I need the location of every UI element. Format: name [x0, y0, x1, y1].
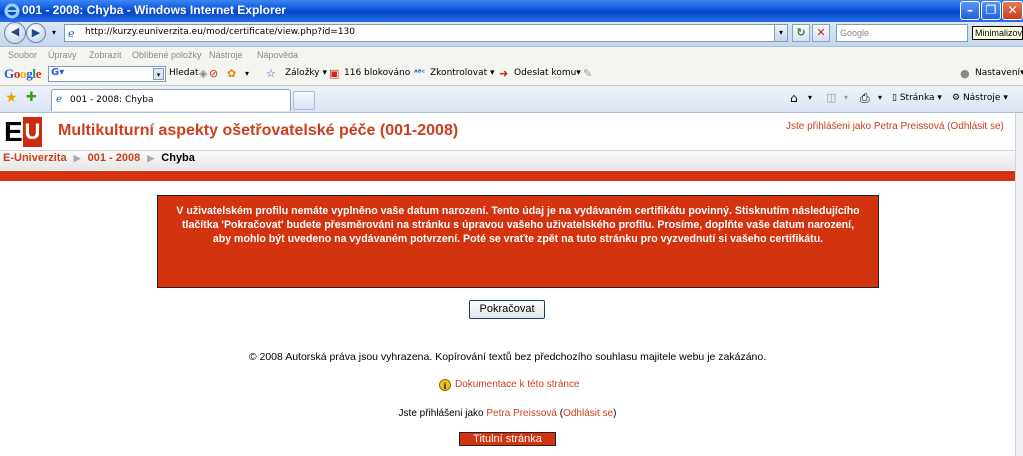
favorites-star-icon[interactable]: ★: [5, 90, 18, 106]
continue-button[interactable]: Pokračovat: [469, 300, 545, 319]
menu-item-favorites[interactable]: Oblíbené položky: [132, 50, 202, 60]
add-favorites-icon[interactable]: ✚: [26, 90, 37, 105]
google-search-input[interactable]: G▾ ▾: [48, 66, 166, 82]
header-stripe: [0, 171, 1015, 181]
spellcheck-icon: ᴬᴮᶜ: [414, 68, 426, 77]
news-icon[interactable]: ✿: [227, 67, 236, 80]
rss-feed-icon[interactable]: ◫: [826, 91, 836, 104]
breadcrumb-separator-icon: ▶: [147, 153, 155, 163]
star-icon: ☆: [266, 67, 276, 80]
tools-menu[interactable]: ⚙ Nástroje ▾: [952, 93, 1008, 103]
page-icon: ℯ: [68, 27, 75, 40]
site-logo[interactable]: E U: [4, 117, 42, 147]
logo-letter-e: E: [4, 116, 24, 147]
url-text: http://kurzy.euniverzita.eu/mod/certific…: [85, 27, 356, 37]
address-field[interactable]: ℯ http://kurzy.euniverzita.eu/mod/certif…: [64, 24, 788, 42]
docs-link-label[interactable]: Dokumentace k této stránce: [455, 379, 580, 390]
internet-explorer-icon: [4, 3, 20, 19]
refresh-button[interactable]: ↻: [792, 24, 810, 42]
chevron-down-icon[interactable]: ▾: [878, 93, 882, 102]
toolbar-arrows-icon[interactable]: ◈: [199, 67, 207, 80]
page-menu[interactable]: ▯ Stránka ▾: [892, 93, 942, 103]
stop-button[interactable]: ✕: [812, 24, 830, 42]
address-dropdown[interactable]: ▾: [774, 24, 788, 42]
history-dropdown[interactable]: ▾: [47, 25, 61, 43]
info-icon: i: [439, 379, 451, 391]
footer-login-info: Jste přihlášeni jako Petra Preissová (Od…: [398, 408, 617, 419]
tooltip: Minimalizovat: [972, 26, 1023, 40]
menu-item-help[interactable]: Nápověda: [257, 50, 298, 60]
popup-icon[interactable]: ⊘: [209, 67, 218, 80]
wrench-icon: ●: [960, 67, 970, 80]
send-to-button[interactable]: Odeslat komu▾: [514, 68, 581, 78]
spellcheck-button[interactable]: Zkontrolovat ▾: [430, 68, 495, 78]
print-icon[interactable]: ⎙: [860, 91, 870, 106]
menu-item-edit[interactable]: Úpravy: [48, 50, 77, 60]
chevron-down-icon[interactable]: ▾: [245, 69, 249, 78]
google-g-icon: G▾: [51, 67, 65, 78]
home-icon[interactable]: ⌂: [790, 91, 798, 105]
back-button[interactable]: ◀: [4, 22, 26, 44]
search-input[interactable]: Google: [836, 24, 968, 42]
breadcrumb-course-link[interactable]: 001 - 2008: [88, 152, 141, 164]
google-toolbar: Google G▾ ▾ Hledat ◈ ⊘ ✿ ▾ ☆ Záložky ▾ ▣…: [0, 64, 1023, 86]
highlighter-icon[interactable]: ✎: [583, 67, 592, 80]
error-box: V uživatelském profilu nemáte vyplněno v…: [157, 195, 879, 288]
error-message: V uživatelském profilu nemáte vyplněno v…: [176, 205, 860, 245]
bookmarks-button[interactable]: Záložky ▾: [285, 68, 327, 78]
vertical-scrollbar[interactable]: [1015, 113, 1023, 456]
page-title: Multikulturní aspekty ošetřovatelské péč…: [58, 122, 459, 139]
home-page-button[interactable]: Titulní stránka: [459, 432, 556, 446]
chevron-down-icon[interactable]: ▾: [808, 93, 812, 102]
copyright-notice: © 2008 Autorská práva jsou vyhrazena. Ko…: [248, 351, 767, 363]
window-title: 001 - 2008: Chyba - Windows Internet Exp…: [22, 3, 286, 17]
menu-item-view[interactable]: Zobrazit: [89, 50, 122, 60]
maximize-button[interactable]: ❐: [981, 1, 1001, 20]
send-icon: ➜: [499, 67, 509, 80]
google-logo: Google: [4, 66, 42, 81]
popup-blocked-count[interactable]: 116 blokováno: [344, 68, 410, 78]
new-tab-button[interactable]: [293, 91, 315, 110]
menu-bar: Soubor Úpravy Zobrazit Oblíbené položky …: [0, 47, 1023, 64]
page-icon: ℯ: [56, 94, 62, 105]
chevron-down-icon[interactable]: ▾: [153, 68, 164, 80]
breadcrumb-separator-icon: ▶: [73, 153, 81, 163]
address-toolbar: ◀ ▶ ▾ ℯ http://kurzy.euniverzita.eu/mod/…: [0, 22, 1023, 47]
minimize-button[interactable]: –: [960, 1, 980, 20]
footer-user-link[interactable]: Petra Preissová: [486, 408, 557, 419]
tab-bar: ★ ✚ ℯ 001 - 2008: Chyba ⌂ ▾ ◫ ▾ ⎙ ▾ ▯ St…: [0, 86, 1023, 113]
settings-button[interactable]: Nastavení▾: [975, 68, 1023, 78]
breadcrumb-home-link[interactable]: E-Univerzita: [3, 152, 67, 164]
footer-logout-link[interactable]: Odhlásit se: [563, 408, 613, 419]
docs-link[interactable]: i Dokumentace k této stránce: [439, 379, 580, 391]
tab-active[interactable]: ℯ 001 - 2008: Chyba: [51, 89, 291, 111]
logo-letter-u: U: [23, 117, 42, 147]
forward-button[interactable]: ▶: [26, 23, 46, 43]
tab-label: 001 - 2008: Chyba: [70, 95, 154, 105]
menu-item-tools[interactable]: Nástroje: [209, 50, 243, 60]
footer-login-prefix: Jste přihlášeni jako: [398, 408, 484, 419]
breadcrumb: E-Univerzita ▶ 001 - 2008 ▶ Chyba: [3, 152, 195, 164]
google-search-button[interactable]: Hledat: [169, 68, 199, 78]
menu-item-file[interactable]: Soubor: [8, 50, 37, 60]
login-info[interactable]: Jste přihlášeni jako Petra Preissová (Od…: [786, 121, 1004, 132]
window-title-bar[interactable]: 001 - 2008: Chyba - Windows Internet Exp…: [0, 0, 1023, 22]
popup-blocker-icon: ▣: [329, 67, 340, 80]
chevron-down-icon[interactable]: ▾: [844, 93, 848, 102]
close-button[interactable]: ✕: [1002, 1, 1023, 20]
breadcrumb-current: Chyba: [161, 152, 195, 164]
